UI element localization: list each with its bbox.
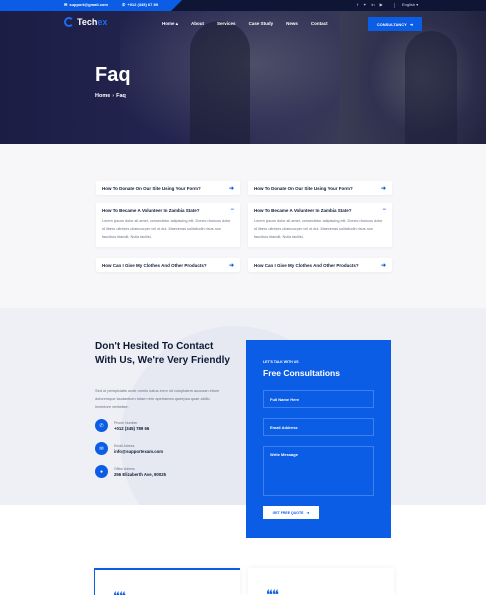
arrow-right-icon[interactable]: ➜	[229, 262, 234, 269]
consultancy-button[interactable]: CONSULTANCY ➜	[368, 17, 422, 31]
arrow-right-icon: ➜	[409, 21, 414, 27]
youtube-icon[interactable]: ▶	[380, 2, 383, 7]
logo-mark-icon	[64, 17, 74, 27]
top-email[interactable]: ✉ support@gmail.com	[64, 2, 108, 7]
mail-icon: ✉	[64, 2, 68, 7]
chevron-down-icon: ▴	[175, 21, 179, 26]
breadcrumb: Home › Faq	[95, 93, 126, 99]
hero-photo-audience	[405, 31, 457, 144]
nav-item-case-study[interactable]: Case Study	[249, 21, 274, 27]
quote-icon: ❝❝	[113, 590, 126, 595]
faq-question[interactable]: How To Became A Volunteer In Zambia Stat…	[102, 208, 200, 213]
phone-icon: ✆	[122, 2, 126, 7]
nav-item-services[interactable]: Services	[217, 21, 236, 27]
top-bar: ✉ support@gmail.com ✆ +012 (345) 67 89 f…	[0, 0, 486, 11]
faq-item[interactable]: How Can I Give My Clothes And Other Prod…	[248, 258, 392, 272]
arrow-right-icon[interactable]: ➜	[381, 185, 386, 192]
nav-menu: Home ▴ About Services Case Study News Co…	[162, 21, 328, 27]
social-links: f ✦ in ▶	[357, 2, 383, 7]
facebook-icon[interactable]: f	[357, 2, 358, 7]
form-eyebrow: LET'S TALK WITH US	[263, 360, 299, 364]
faq-question[interactable]: How To Donate On Our Site Using Your For…	[102, 186, 201, 191]
logo[interactable]: Techex	[64, 17, 107, 27]
faq-section	[0, 144, 486, 308]
faq-question[interactable]: How To Donate On Our Site Using Your For…	[254, 186, 353, 191]
main-nav: Techex Home ▴ About Services Case Study …	[0, 11, 486, 36]
linkedin-icon[interactable]: in	[371, 2, 374, 7]
quote-icon: ❝❝	[266, 588, 279, 595]
full-name-field[interactable]: Full Name Here	[263, 390, 374, 408]
form-title: Free Consultations	[263, 368, 340, 378]
divider	[394, 3, 395, 8]
faq-item-open[interactable]: How To Became A Volunteer In Zambia Stat…	[248, 203, 392, 247]
mail-icon: ✉	[95, 442, 108, 455]
page-title: Faq	[95, 64, 131, 86]
arrow-right-icon[interactable]: ➜	[381, 262, 386, 269]
get-free-quote-button[interactable]: GET FREE QUOTE ➜	[263, 506, 319, 519]
nav-item-home[interactable]: Home ▴	[162, 21, 178, 27]
breadcrumb-home[interactable]: Home	[95, 93, 110, 99]
testimonial-card: ❝❝	[94, 568, 240, 595]
faq-item-open[interactable]: How To Became A Volunteer In Zambia Stat…	[96, 203, 240, 247]
contact-email: ✉ Email Adress info@supportexam.com	[95, 442, 163, 455]
faq-item[interactable]: How Can I Give My Clothes And Other Prod…	[96, 258, 240, 272]
contact-description: Sed ut perspiciatis unde omnis natus err…	[95, 388, 220, 409]
nav-item-contact[interactable]: Contact	[311, 21, 328, 27]
faq-question[interactable]: How Can I Give My Clothes And Other Prod…	[102, 263, 207, 268]
language-select[interactable]: English ▾	[402, 2, 418, 7]
arrow-right-icon[interactable]: ➜	[229, 185, 234, 192]
location-icon: ●	[95, 465, 108, 478]
faq-item[interactable]: How To Donate On Our Site Using Your For…	[248, 181, 392, 195]
contact-title: Don't Hesited To Contact With Us, We're …	[95, 341, 230, 366]
twitter-icon[interactable]: ✦	[363, 2, 366, 7]
faq-answer: Lorem ipsum dolor sit amet, consectetur …	[102, 219, 231, 239]
chevron-down-icon: ▾	[416, 2, 419, 7]
nav-item-about[interactable]: About	[191, 21, 204, 27]
email-field[interactable]: Email Address	[263, 418, 374, 436]
top-phone[interactable]: ✆ +012 (345) 67 89	[122, 2, 158, 7]
testimonial-card: ❝❝	[248, 568, 394, 595]
arrow-right-icon: ➜	[306, 510, 310, 515]
faq-question[interactable]: How To Became A Volunteer In Zambia Stat…	[254, 208, 352, 213]
hero-photo-presenter	[190, 21, 250, 144]
nav-item-news[interactable]: News	[286, 21, 298, 27]
contact-office: ● Office Adress 256 Elizaberth Ave, 90025	[95, 465, 166, 478]
breadcrumb-separator-icon: ›	[112, 93, 115, 99]
faq-question[interactable]: How Can I Give My Clothes And Other Prod…	[254, 263, 359, 268]
breadcrumb-current: Faq	[116, 93, 126, 99]
contact-phone: ✆ Phone Number +012 (345) 789 66	[95, 419, 149, 432]
faq-item[interactable]: How To Donate On Our Site Using Your For…	[96, 181, 240, 195]
faq-answer: Lorem ipsum dolor sit amet, consectetur …	[254, 219, 383, 239]
message-field[interactable]: Write Message	[263, 446, 374, 496]
minus-icon[interactable]: −	[382, 207, 386, 213]
consultation-form: LET'S TALK WITH US Free Consultations Fu…	[246, 340, 391, 538]
minus-icon[interactable]: −	[230, 207, 234, 213]
phone-icon: ✆	[95, 419, 108, 432]
contact-section	[0, 308, 486, 505]
